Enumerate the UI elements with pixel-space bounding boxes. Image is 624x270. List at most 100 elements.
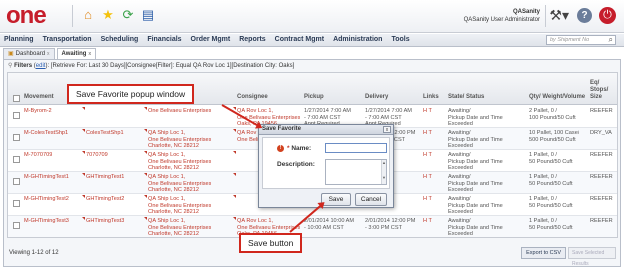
required-field-icon: ! [277,145,284,152]
name-label: * Name: [287,145,311,152]
shipper-cell-line: Charlotte, NC 28212 [148,187,199,193]
column-header-qty-weight-volume[interactable]: Qty/ Weight/Volume [529,94,589,101]
tab-dashboard[interactable]: ▣ Dashboard x [3,48,55,59]
column-header-delivery[interactable]: Delivery [365,94,388,101]
refresh-icon[interactable]: ⟳ [120,7,136,23]
quantity-cell-line: 50 Pound/50 Cuft [529,158,573,165]
shipment-search-input[interactable]: by Shipment No ⌕ [546,35,616,45]
menu-item-tools[interactable]: Tools [391,36,409,43]
favorite-description-field[interactable]: ▲ ▼ [325,159,387,185]
filters-label: Filters [14,63,33,69]
top-bar: one ⌂ ★ ⟳ ▤ QASanity QASanity User Admin… [0,0,624,33]
home-icon[interactable]: ⌂ [80,7,96,23]
app-logo[interactable]: one [6,3,47,29]
export-csv-button[interactable]: Export to CSV [521,247,566,259]
user-info: QASanity QASanity User Administrator [464,8,540,24]
movement-link[interactable]: M-7070709 [24,152,52,159]
quantity-cell-line: 50 Pound/50 Cuft [529,202,573,209]
shipper-cell-line: Charlotte, NC 28212 [148,209,199,215]
movement-link[interactable]: M-GHTimingTest2 [24,196,69,203]
tab-label: Dashboard [15,51,46,57]
search-icon[interactable]: ⌕ [609,35,613,44]
menu-item-administration[interactable]: Administration [333,36,382,43]
column-header-movement[interactable]: Movement [24,94,54,101]
status-cell: Awaiting/Pickup Date and Time Exceeded [448,108,503,128]
reference-link[interactable]: GHTimingTest3 [86,218,124,225]
corner-flag-icon [82,107,85,110]
delivery-cell-line: 2/01/2014 12:00 PM [365,218,416,224]
required-mark: * [287,145,290,152]
menu-item-contract-mgmt[interactable]: Contract Mgmt [275,36,324,43]
menu-item-order-mgmt[interactable]: Order Mgmt [191,36,231,43]
links-cell: H T [423,130,432,136]
delivery-cell: 2/01/2014 12:00 PM - 3:00 PM CST [365,218,415,231]
row-checkbox[interactable] [13,222,20,229]
scrollbar[interactable]: ▲ ▼ [381,160,386,184]
shipper-cell: QA Ship Loc 1, One Belivaeu Enterprises Ch… [148,174,211,194]
movement-link[interactable]: M-ColesTestShp1 [24,130,68,137]
help-icon[interactable]: ? [577,8,592,23]
menu-item-transportation[interactable]: Transportation [43,36,92,43]
menu-item-reports[interactable]: Reports [239,36,265,43]
equipment-cell: REEFER [590,152,613,158]
status-cell-line: Exceeded [448,165,473,171]
links-cell: H T [423,218,432,224]
status-cell: Awaiting/Pickup Date and Time Exceeded [448,196,503,216]
row-checkbox[interactable] [13,200,20,207]
close-icon[interactable]: x [47,49,50,59]
reference-link[interactable]: GHTimingTest2 [86,196,124,203]
menu-item-planning[interactable]: Planning [4,36,34,43]
tab-label: Awaiting [61,51,87,57]
corner-flag-icon [82,217,85,220]
filter-icon: ⚲ [8,63,13,69]
tab-awaiting[interactable]: Awaiting x [56,48,97,59]
corner-flag-icon [82,129,85,132]
report-icon[interactable]: ▤ [140,7,156,23]
filters-edit-link[interactable]: edit [36,63,46,69]
status-cell-line: Exceeded [448,187,473,193]
corner-flag-icon [233,129,236,132]
star-icon[interactable]: ★ [100,7,116,23]
movement-link[interactable]: M-GHTimingTest3 [24,218,69,225]
movement-link[interactable]: M-GHTimingTest1 [24,174,69,181]
row-checkbox[interactable] [13,134,20,141]
row-checkbox[interactable] [13,156,20,163]
quantity-cell-line: 50 Pound/50 Cuft [529,224,573,231]
reference-link[interactable]: 7070709 [86,152,108,159]
quantity-cell: 10 Pallet, 100 Case/500 Pound/50 Cuft [529,130,579,143]
favorite-name-field[interactable] [325,143,387,153]
menu-item-scheduling[interactable]: Scheduling [101,36,139,43]
reference-link[interactable]: GHTimingTest1 [86,174,124,181]
cancel-button[interactable]: Cancel [355,193,387,206]
select-all-checkbox[interactable] [13,95,20,102]
tools-icon[interactable]: ⚒▾ [549,7,569,24]
row-checkbox[interactable] [13,178,20,185]
equipment-cell: REEFER [590,218,613,224]
quantity-cell: 1 Pallet, 0 /50 Pound/50 Cuft [529,152,573,165]
column-header-links[interactable]: Links [423,94,439,101]
table-row[interactable]: M-GHTimingTest3 GHTimingTest3 QA Ship Loc … [8,216,617,237]
movement-link[interactable]: M-Byrom-2 [24,108,52,115]
dialog-close-button[interactable]: x [383,126,391,133]
corner-flag-icon [82,195,85,198]
close-icon[interactable]: x [88,49,91,59]
column-header-pickup[interactable]: Pickup [304,94,324,101]
corner-flag-icon [144,195,147,198]
shipper-cell-line: One Belivaeu Enterprises [148,108,212,114]
links-cell: H T [423,152,432,158]
menu-item-financials[interactable]: Financials [147,36,181,43]
column-header-consignee[interactable]: Consignee [237,94,268,101]
tab-strip: ▣ Dashboard x Awaiting x [3,48,97,59]
shipper-cell-line: Charlotte, NC 28212 [148,231,199,237]
status-cell-line: Exceeded [448,121,473,127]
quick-icons: ⌂ ★ ⟳ ▤ [80,7,156,23]
column-header-state-status[interactable]: State/ Status [448,94,508,101]
status-cell-line: Exceeded [448,231,473,237]
user-role: QASanity User Administrator [463,17,540,23]
column-header-eq-stops-size[interactable]: Eq/ Stops/ Size [590,80,617,101]
row-checkbox[interactable] [13,112,20,119]
quantity-cell-line: 50 Pound/50 Cuft [529,180,573,187]
reference-link[interactable]: ColesTestShp1 [86,130,124,137]
corner-flag-icon [233,217,236,220]
power-icon[interactable]: ⏻ [599,7,616,24]
